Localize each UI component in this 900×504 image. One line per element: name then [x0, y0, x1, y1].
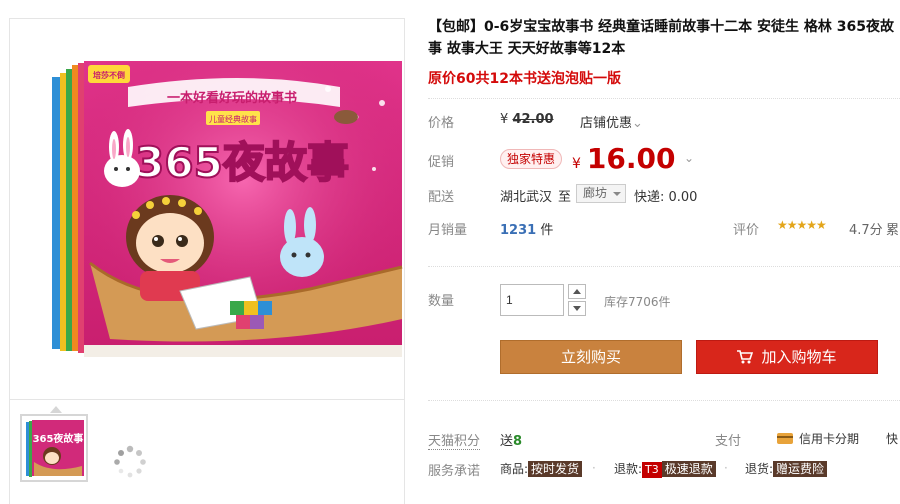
monthly-sales-label: 月销量 — [428, 223, 468, 238]
credit-card-icon — [777, 433, 793, 444]
service-refund-label: 退款: — [614, 462, 643, 476]
rating-label: 评价 — [733, 223, 760, 238]
rating-stars-icon: ★★★★★ — [777, 218, 827, 232]
original-price: ¥ 42.00 — [500, 112, 554, 127]
destination-select[interactable]: 廊坊 — [576, 184, 626, 203]
book-cover-illustration: 培莎不倒 一本好看好玩的故事书 儿童经典故事 365夜故事 — [52, 61, 403, 357]
add-to-cart-label: 加入购物车 — [761, 348, 837, 366]
thumbnail-1[interactable]: 365夜故事 — [20, 414, 88, 482]
original-price-value: 42.00 — [512, 112, 554, 127]
service-return[interactable]: 退货: 赠运费险 — [745, 460, 828, 477]
service-promise-label: 服务承诺 — [428, 464, 481, 479]
t3-tag: T3 — [642, 462, 662, 478]
product-main-image[interactable]: 培莎不倒 一本好看好玩的故事书 儿童经典故事 365夜故事 — [10, 19, 404, 399]
points-give-text: 送 — [500, 434, 514, 449]
points-value: 送8 — [500, 430, 522, 449]
quantity-label: 数量 — [428, 294, 455, 309]
credit-card-installment-label: 信用卡分期 — [799, 432, 860, 446]
store-coupon-label: 店铺优惠 — [580, 116, 633, 131]
service-goods[interactable]: 商品: 按时发货 — [500, 460, 583, 477]
monthly-sales-unit: 件 — [540, 223, 554, 238]
tmall-points-label[interactable]: 天猫积分 — [428, 430, 481, 450]
arrow-up-icon — [573, 289, 581, 294]
arrow-down-icon — [573, 306, 581, 311]
dropdown-triangle-icon — [613, 192, 621, 196]
payment-more-text: 快 — [886, 432, 899, 446]
buy-now-button[interactable]: 立刻购买 — [500, 340, 682, 374]
product-title: 【包邮】0-6岁宝宝故事书 经典童话睡前故事十二本 安徒生 格林 365夜故事 … — [428, 19, 895, 57]
service-goods-label: 商品: — [500, 462, 529, 476]
separator-dot: · — [724, 461, 728, 475]
points-number: 8 — [513, 434, 523, 449]
book-tagline-text: 儿童经典故事 — [209, 114, 257, 124]
promo-price: ¥16.00 — [572, 142, 676, 175]
product-info-panel: 【包邮】0-6岁宝宝故事书 经典童话睡前故事十二本 安徒生 格林 365夜故事 … — [428, 0, 900, 504]
thumbnail-selected-arrow — [50, 406, 62, 413]
on-time-delivery-tag: 按时发货 — [528, 461, 583, 477]
add-to-cart-button[interactable]: 加入购物车 — [696, 340, 878, 374]
chevron-down-icon: ⌄ — [632, 116, 643, 131]
price-label: 价格 — [428, 116, 455, 131]
thumbnail-strip: 365夜故事 — [10, 399, 404, 504]
book-title-text: 365夜故事 — [135, 138, 349, 187]
currency-symbol: ¥ — [500, 112, 509, 127]
quantity-increase-button[interactable] — [568, 284, 586, 299]
chevron-down-icon[interactable]: ⌄ — [684, 151, 694, 165]
quantity-input[interactable] — [500, 284, 564, 316]
cart-icon — [737, 350, 754, 364]
loading-spinner-icon — [114, 445, 146, 478]
shipping-label: 配送 — [428, 190, 455, 205]
monthly-sales-count[interactable]: 1231 — [500, 223, 536, 238]
express-fee: 快递: 0.00 — [634, 190, 698, 205]
destination-value: 廊坊 — [583, 186, 608, 200]
rating-more-text[interactable]: 累 — [886, 219, 899, 238]
fast-refund-tag: 极速退款 — [661, 461, 716, 477]
divider — [428, 266, 900, 267]
service-refund[interactable]: 退款: T3 极速退款 — [614, 460, 716, 478]
quantity-decrease-button[interactable] — [568, 301, 586, 316]
shipping-insurance-tag: 赠运费险 — [773, 461, 828, 477]
credit-card-installment[interactable]: 信用卡分期 — [777, 430, 859, 447]
thumbnail-title-text: 365夜故事 — [33, 432, 84, 445]
promo-price-value: 16.00 — [586, 142, 676, 175]
service-return-label: 退货: — [745, 462, 774, 476]
promo-label: 促销 — [428, 155, 455, 170]
payment-label: 支付 — [715, 434, 742, 449]
product-subtitle: 原价60共12本书送泡泡贴一版 — [428, 71, 621, 87]
exclusive-badge: 独家特惠 — [500, 149, 563, 169]
divider — [428, 98, 900, 99]
publisher-badge-text: 培莎不倒 — [93, 70, 125, 80]
currency-symbol: ¥ — [572, 156, 581, 172]
book-banner-text: 一本好看好玩的故事书 — [167, 90, 297, 106]
product-gallery: 培莎不倒 一本好看好玩的故事书 儿童经典故事 365夜故事 365夜故事 — [9, 18, 405, 504]
monthly-sales: 1231 件 — [500, 219, 553, 238]
stock-count: 库存7706件 — [604, 295, 671, 309]
ship-from: 湖北武汉 — [500, 190, 553, 205]
ship-to-label: 至 — [558, 190, 572, 205]
separator-dot: · — [592, 461, 596, 475]
rating-value[interactable]: 4.7分 — [849, 219, 883, 238]
store-coupon-dropdown[interactable]: 店铺优惠⌄ — [580, 112, 643, 131]
thumbnail-image: 365夜故事 — [26, 420, 84, 477]
divider — [428, 400, 900, 401]
